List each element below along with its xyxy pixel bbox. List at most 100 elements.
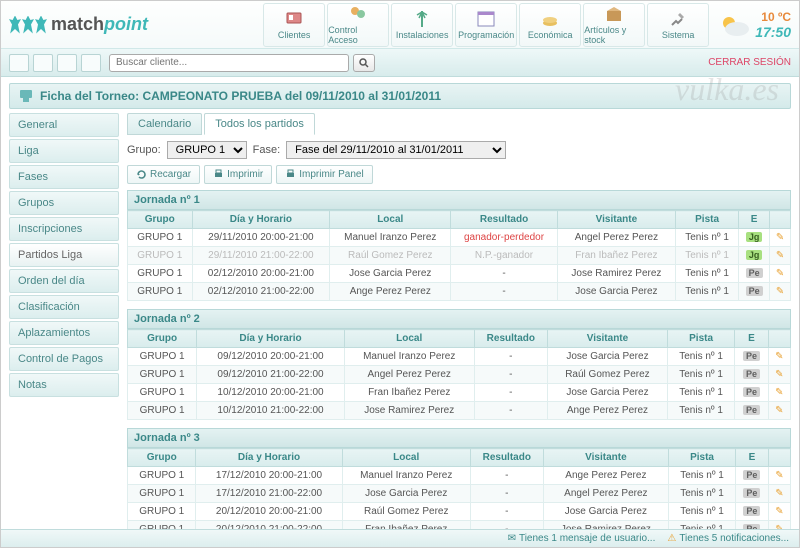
cell-datetime: 20/12/2010 21:00-22:00 xyxy=(196,521,342,530)
sidebar-item-general[interactable]: General xyxy=(9,113,119,137)
cell-estado: Pe xyxy=(735,521,768,530)
cell-visitante: Raúl Gomez Perez xyxy=(548,366,668,384)
col-header: Local xyxy=(344,330,474,348)
grupo-select[interactable]: GRUPO 1 xyxy=(167,141,247,159)
sidebar-item-inscripciones[interactable]: Inscripciones xyxy=(9,217,119,241)
col-header: Grupo xyxy=(128,330,197,348)
cell-edit[interactable]: ✎ xyxy=(768,467,790,485)
fase-label: Fase: xyxy=(253,144,281,156)
status-badge: Pe xyxy=(743,387,760,397)
cell-edit[interactable]: ✎ xyxy=(768,521,790,530)
match-row: GRUPO 102/12/2010 21:00-22:00Ange Perez … xyxy=(128,283,791,301)
cell-visitante: Ange Perez Perez xyxy=(543,467,669,485)
col-header: Local xyxy=(330,211,451,229)
matches-table: GrupoDía y HorarioLocalResultadoVisitant… xyxy=(127,448,791,529)
cell-edit[interactable]: ✎ xyxy=(768,485,790,503)
logo-text-2: point xyxy=(104,14,148,34)
nav-clientes[interactable]: Clientes xyxy=(263,3,325,47)
messages-link[interactable]: ✉Tienes 1 mensaje de usuario... xyxy=(508,533,656,544)
fase-select[interactable]: Fase del 29/11/2010 al 31/01/2011 xyxy=(286,141,506,159)
content-area: CalendarioTodos los partidos Grupo: GRUP… xyxy=(127,113,791,529)
cell-estado: Pe xyxy=(739,283,770,301)
notifications-link[interactable]: ⚠Tienes 5 notificaciones... xyxy=(667,533,789,544)
cell-datetime: 02/12/2010 20:00-21:00 xyxy=(192,265,330,283)
col-header: E xyxy=(739,211,770,229)
cell-edit[interactable]: ✎ xyxy=(768,402,790,420)
printer-icon xyxy=(213,169,224,180)
cell-pista: Tenis nº 1 xyxy=(667,348,735,366)
logo-text-1: match xyxy=(51,14,104,34)
grupo-label: Grupo: xyxy=(127,144,161,156)
edit-icon: ✎ xyxy=(775,387,783,398)
sidebar-item-notas[interactable]: Notas xyxy=(9,373,119,397)
col-header: Grupo xyxy=(128,211,193,229)
cell-edit[interactable]: ✎ xyxy=(768,366,790,384)
sidebar-item-grupos[interactable]: Grupos xyxy=(9,191,119,215)
cell-visitante: Jose Garcia Perez xyxy=(543,503,669,521)
tab-calendario[interactable]: Calendario xyxy=(127,113,202,135)
search-button[interactable] xyxy=(353,54,375,72)
sidebar-item-liga[interactable]: Liga xyxy=(9,139,119,163)
nav-sistema[interactable]: Sistema xyxy=(647,3,709,47)
toolbar-btn-2[interactable] xyxy=(33,54,53,72)
cell-edit[interactable]: ✎ xyxy=(768,384,790,402)
cell-pista: Tenis nº 1 xyxy=(676,247,739,265)
match-row: GRUPO 120/12/2010 20:00-21:00Raúl Gomez … xyxy=(128,503,791,521)
cell-edit[interactable]: ✎ xyxy=(770,247,791,265)
control-icon xyxy=(348,4,368,24)
sidebar-item-aplazamientos[interactable]: Aplazamientos xyxy=(9,321,119,345)
cell-edit[interactable]: ✎ xyxy=(770,265,791,283)
toolbar-btn-3[interactable] xyxy=(57,54,77,72)
cell-datetime: 29/11/2010 21:00-22:00 xyxy=(192,247,330,265)
col-header: Resultado xyxy=(470,449,543,467)
search-input[interactable] xyxy=(109,54,349,72)
cell-result: - xyxy=(451,283,557,301)
end-session-link[interactable]: CERRAR SESIÓN xyxy=(708,57,791,68)
cell-edit[interactable]: ✎ xyxy=(770,229,791,247)
cell-estado: Jg xyxy=(739,229,770,247)
edit-icon: ✎ xyxy=(776,250,784,261)
nav-control[interactable]: Control Acceso xyxy=(327,3,389,47)
sidebar-item-fases[interactable]: Fases xyxy=(9,165,119,189)
reload-button[interactable]: Recargar xyxy=(127,165,200,184)
match-row: GRUPO 117/12/2010 21:00-22:00Jose Garcia… xyxy=(128,485,791,503)
cell-edit[interactable]: ✎ xyxy=(768,503,790,521)
toolbar: CERRAR SESIÓN xyxy=(1,49,799,77)
sidebar-item-partidos-liga[interactable]: Partidos Liga xyxy=(9,243,119,267)
stock-icon xyxy=(604,4,624,24)
tab-todos-los-partidos[interactable]: Todos los partidos xyxy=(204,113,315,135)
print-button[interactable]: Imprimir xyxy=(204,165,272,184)
cell-result: - xyxy=(474,348,547,366)
cell-local: Fran Ibañez Perez xyxy=(342,521,470,530)
col-header: Visitante xyxy=(543,449,669,467)
cell-local: Manuel Iranzo Perez xyxy=(330,229,451,247)
envelope-icon: ✉ xyxy=(508,533,516,544)
nav-prog[interactable]: Programación xyxy=(455,3,517,47)
toolbar-btn-1[interactable] xyxy=(9,54,29,72)
cell-pista: Tenis nº 1 xyxy=(669,521,736,530)
jornada-title: Jornada nº 1 xyxy=(127,190,791,210)
cell-edit[interactable]: ✎ xyxy=(768,348,790,366)
sidebar-item-control-de-pagos[interactable]: Control de Pagos xyxy=(9,347,119,371)
status-badge: Pe xyxy=(743,506,760,516)
col-header: Resultado xyxy=(474,330,547,348)
cell-local: Angel Perez Perez xyxy=(344,366,474,384)
sidebar-item-clasificación[interactable]: Clasificación xyxy=(9,295,119,319)
col-header xyxy=(768,330,790,348)
cell-grupo: GRUPO 1 xyxy=(128,521,196,530)
cell-pista: Tenis nº 1 xyxy=(669,485,736,503)
nav-econ[interactable]: Económica xyxy=(519,3,581,47)
cell-datetime: 10/12/2010 21:00-22:00 xyxy=(197,402,345,420)
toolbar-btn-4[interactable] xyxy=(81,54,101,72)
sidebar-item-orden-del-día[interactable]: Orden del día xyxy=(9,269,119,293)
edit-icon: ✎ xyxy=(775,351,783,362)
matches-table: GrupoDía y HorarioLocalResultadoVisitant… xyxy=(127,329,791,420)
nav-instal[interactable]: Instalaciones xyxy=(391,3,453,47)
cell-edit[interactable]: ✎ xyxy=(770,283,791,301)
nav-stock[interactable]: Artículos y stock xyxy=(583,3,645,47)
print-panel-button[interactable]: Imprimir Panel xyxy=(276,165,372,184)
jornada-section: Jornada nº 1GrupoDía y HorarioLocalResul… xyxy=(127,190,791,301)
nav-label: Económica xyxy=(528,30,573,40)
status-badge: Pe xyxy=(743,405,760,415)
logo-figure-icon xyxy=(35,16,47,34)
